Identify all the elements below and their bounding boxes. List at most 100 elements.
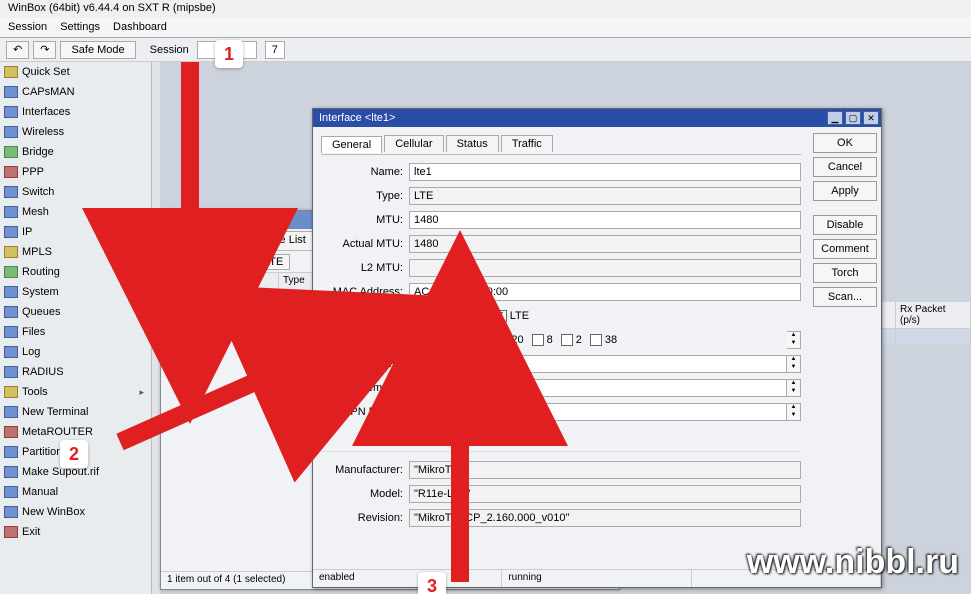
sidebar-item-mpls[interactable]: MPLS▸: [0, 242, 151, 262]
dlg-tabs: General Cellular Status Traffic: [321, 133, 801, 155]
comment-button[interactable]: Comment: [813, 239, 877, 259]
tools-icon: [4, 386, 18, 398]
band-20-checkbox[interactable]: 20: [496, 334, 523, 346]
sidebar-item-bridge[interactable]: Bridge: [0, 142, 151, 162]
meta-icon: [4, 426, 18, 438]
session-field-2[interactable]: 7: [265, 41, 285, 59]
mtu-input[interactable]: 1480: [409, 211, 801, 229]
tab-general[interactable]: General: [321, 136, 382, 153]
pin-spin[interactable]: ▲▼: [787, 355, 801, 373]
l2mtu-field: [409, 259, 801, 277]
mode-gsm-checkbox[interactable]: ✓GSM: [409, 310, 449, 322]
tab-cellular[interactable]: Cellular: [384, 135, 443, 152]
redo-button[interactable]: ↷: [33, 41, 56, 59]
sidebar-item-queues[interactable]: Queues: [0, 302, 151, 322]
filter-icon[interactable]: ▽: [234, 253, 254, 271]
torch-button[interactable]: Torch: [813, 263, 877, 283]
comment-icon[interactable]: ▭: [211, 253, 231, 271]
sidebar-item-capsman[interactable]: CAPsMAN: [0, 82, 151, 102]
tab-status[interactable]: Status: [446, 135, 499, 152]
menu-settings[interactable]: Settings: [60, 21, 110, 33]
col-rx-packet[interactable]: Rx Packet (p/s): [896, 302, 971, 328]
bands-spin[interactable]: ▲▼: [787, 331, 801, 349]
apn-spin[interactable]: ▲▼: [787, 403, 801, 421]
approve-icon[interactable]: ✔: [165, 253, 185, 271]
sidebar-item-routing[interactable]: Routing▸: [0, 262, 151, 282]
sidebar-item-switch[interactable]: Switch: [0, 182, 151, 202]
mac-input[interactable]: AC:FF:FF:00:00:00: [409, 283, 801, 301]
model-field: "R11e-LTE": [409, 485, 801, 503]
col-name[interactable]: Name: [179, 273, 279, 290]
sidebar-item-ip[interactable]: IP▸: [0, 222, 151, 242]
sidebar-item-label: Switch: [22, 186, 54, 198]
ifl-tab-interface[interactable]: Interface: [165, 232, 230, 249]
dlg-caption[interactable]: Interface <lte1> ▁ ▢ ✕: [313, 109, 881, 127]
cancel-button[interactable]: Cancel: [813, 157, 877, 177]
manual-icon: [4, 486, 18, 498]
apply-button[interactable]: Apply: [813, 181, 877, 201]
maximize-icon[interactable]: ▢: [845, 111, 861, 125]
sidebar-item-interfaces[interactable]: Interfaces: [0, 102, 151, 122]
dlg-buttons: OK Cancel Apply Disable Comment Torch Scan...: [809, 127, 881, 567]
session-field-1[interactable]: [197, 41, 257, 59]
sidebar-item-ppp[interactable]: PPP: [0, 162, 151, 182]
sidebar-item-radius[interactable]: RADIUS: [0, 362, 151, 382]
band-8-checkbox[interactable]: 8: [532, 334, 553, 346]
menu-session[interactable]: Session: [8, 21, 57, 33]
disable-icon[interactable]: ✖: [188, 253, 208, 271]
sidebar-item-metarouter[interactable]: MetaROUTER: [0, 422, 151, 442]
radius-icon: [4, 366, 18, 378]
ifl-tab-iflist[interactable]: Interface List: [232, 231, 317, 248]
sidebar-item-new-terminal[interactable]: New Terminal: [0, 402, 151, 422]
band-7-checkbox[interactable]: ✓7: [467, 334, 488, 346]
ok-button[interactable]: OK: [813, 133, 877, 153]
minimize-icon[interactable]: ▁: [827, 111, 843, 125]
apn-profile-select[interactable]: default: [409, 403, 787, 421]
mode-lte-checkbox[interactable]: ✓LTE: [495, 310, 529, 322]
sidebar-item-label: Interfaces: [22, 106, 70, 118]
main-menubar: Session Settings Dashboard: [0, 18, 971, 38]
sidebar-item-mesh[interactable]: Mesh: [0, 202, 151, 222]
wifi-icon: [4, 126, 18, 138]
mpls-icon: [4, 246, 18, 258]
sidebar-item-exit[interactable]: Exit: [0, 522, 151, 542]
sidebar-item-files[interactable]: Files: [0, 322, 151, 342]
allow-roaming-checkbox[interactable]: Allow Roaming: [409, 430, 497, 442]
pin-input[interactable]: [409, 355, 787, 373]
band-3-checkbox[interactable]: 3: [438, 334, 459, 346]
chevron-right-icon: ▸: [139, 287, 147, 298]
modem-init-input[interactable]: [409, 379, 787, 397]
antenna-icon: [4, 86, 18, 98]
sidebar-item-system[interactable]: System▸: [0, 282, 151, 302]
manufacturer-field: "MikroTik": [409, 461, 801, 479]
terminal-icon: [4, 406, 18, 418]
sidebar-item-label: New WinBox: [22, 506, 85, 518]
sidebar-item-tools[interactable]: Tools▸: [0, 382, 151, 402]
lte-button[interactable]: LTE: [257, 254, 290, 270]
supout-icon: [4, 466, 18, 478]
sidebar-item-wireless[interactable]: Wireless: [0, 122, 151, 142]
sidebar-item-make-supout.rif[interactable]: Make Supout.rif: [0, 462, 151, 482]
safe-mode-button[interactable]: Safe Mode: [60, 41, 135, 59]
mode-3g-checkbox[interactable]: ✓3G: [457, 310, 487, 322]
band-2-checkbox[interactable]: 2: [561, 334, 582, 346]
menu-dashboard[interactable]: Dashboard: [113, 21, 177, 33]
undo-button[interactable]: ↶: [6, 41, 29, 59]
actual-mtu-field: 1480: [409, 235, 801, 253]
sidebar-item-log[interactable]: Log: [0, 342, 151, 362]
band-38-checkbox[interactable]: 38: [590, 334, 617, 346]
band-1-checkbox[interactable]: 1: [409, 334, 430, 346]
disable-button[interactable]: Disable: [813, 215, 877, 235]
scan-button[interactable]: Scan...: [813, 287, 877, 307]
minit-spin[interactable]: ▲▼: [787, 379, 801, 397]
name-input[interactable]: lte1: [409, 163, 801, 181]
sidebar-item-partition[interactable]: Partition: [0, 442, 151, 462]
ppp-icon: [4, 166, 18, 178]
sidebar-item-new-winbox[interactable]: New WinBox: [0, 502, 151, 522]
sidebar-item-label: Partition: [22, 446, 62, 458]
sidebar-item-manual[interactable]: Manual: [0, 482, 151, 502]
sidebar-item-quick-set[interactable]: Quick Set: [0, 62, 151, 82]
close-icon[interactable]: ✕: [863, 111, 879, 125]
tab-traffic[interactable]: Traffic: [501, 135, 553, 152]
sidebar-item-label: Routing: [22, 266, 60, 278]
